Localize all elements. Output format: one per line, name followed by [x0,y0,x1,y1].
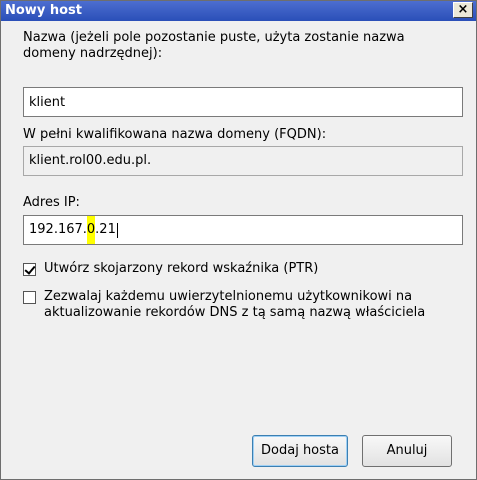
ip-value-end: .21 [95,222,116,237]
name-label: Nazwa (jeżeli pole pozostanie puste, uży… [23,30,405,61]
new-host-dialog: Nowy host × Nazwa (jeżeli pole pozostani… [0,0,477,480]
add-host-button[interactable]: Dodaj hosta [252,435,348,467]
title-bar[interactable]: Nowy host × [1,1,476,21]
close-icon: × [457,2,469,17]
ip-value-start: 192.167. [29,222,87,237]
ptr-checkbox[interactable] [23,263,36,276]
fqdn-label: W pełni kwalifikowana nazwa domeny (FQDN… [23,127,327,142]
dialog-title: Nowy host [5,3,82,18]
close-button[interactable]: × [453,2,473,18]
ptr-option[interactable]: Utwórz skojarzony rekord wskaźnika (PTR) [23,261,318,277]
fqdn-field: klient.rol00.edu.pl. [23,146,463,176]
ptr-label: Utwórz skojarzony rekord wskaźnika (PTR) [44,261,319,276]
ip-address-input[interactable]: 192.167. 0.21 [23,215,463,245]
allow-update-checkbox[interactable] [23,291,36,304]
ip-value-highlight: 0 [86,216,96,244]
allow-update-option[interactable]: Zezwalaj każdemu uwierzytelnionemu użytk… [23,289,453,321]
name-input[interactable] [23,87,463,117]
cancel-button[interactable]: Anuluj [362,435,452,467]
text-caret [116,222,118,238]
ip-label: Adres IP: [23,195,80,210]
allow-update-label: Zezwalaj każdemu uwierzytelnionemu użytk… [44,289,426,320]
